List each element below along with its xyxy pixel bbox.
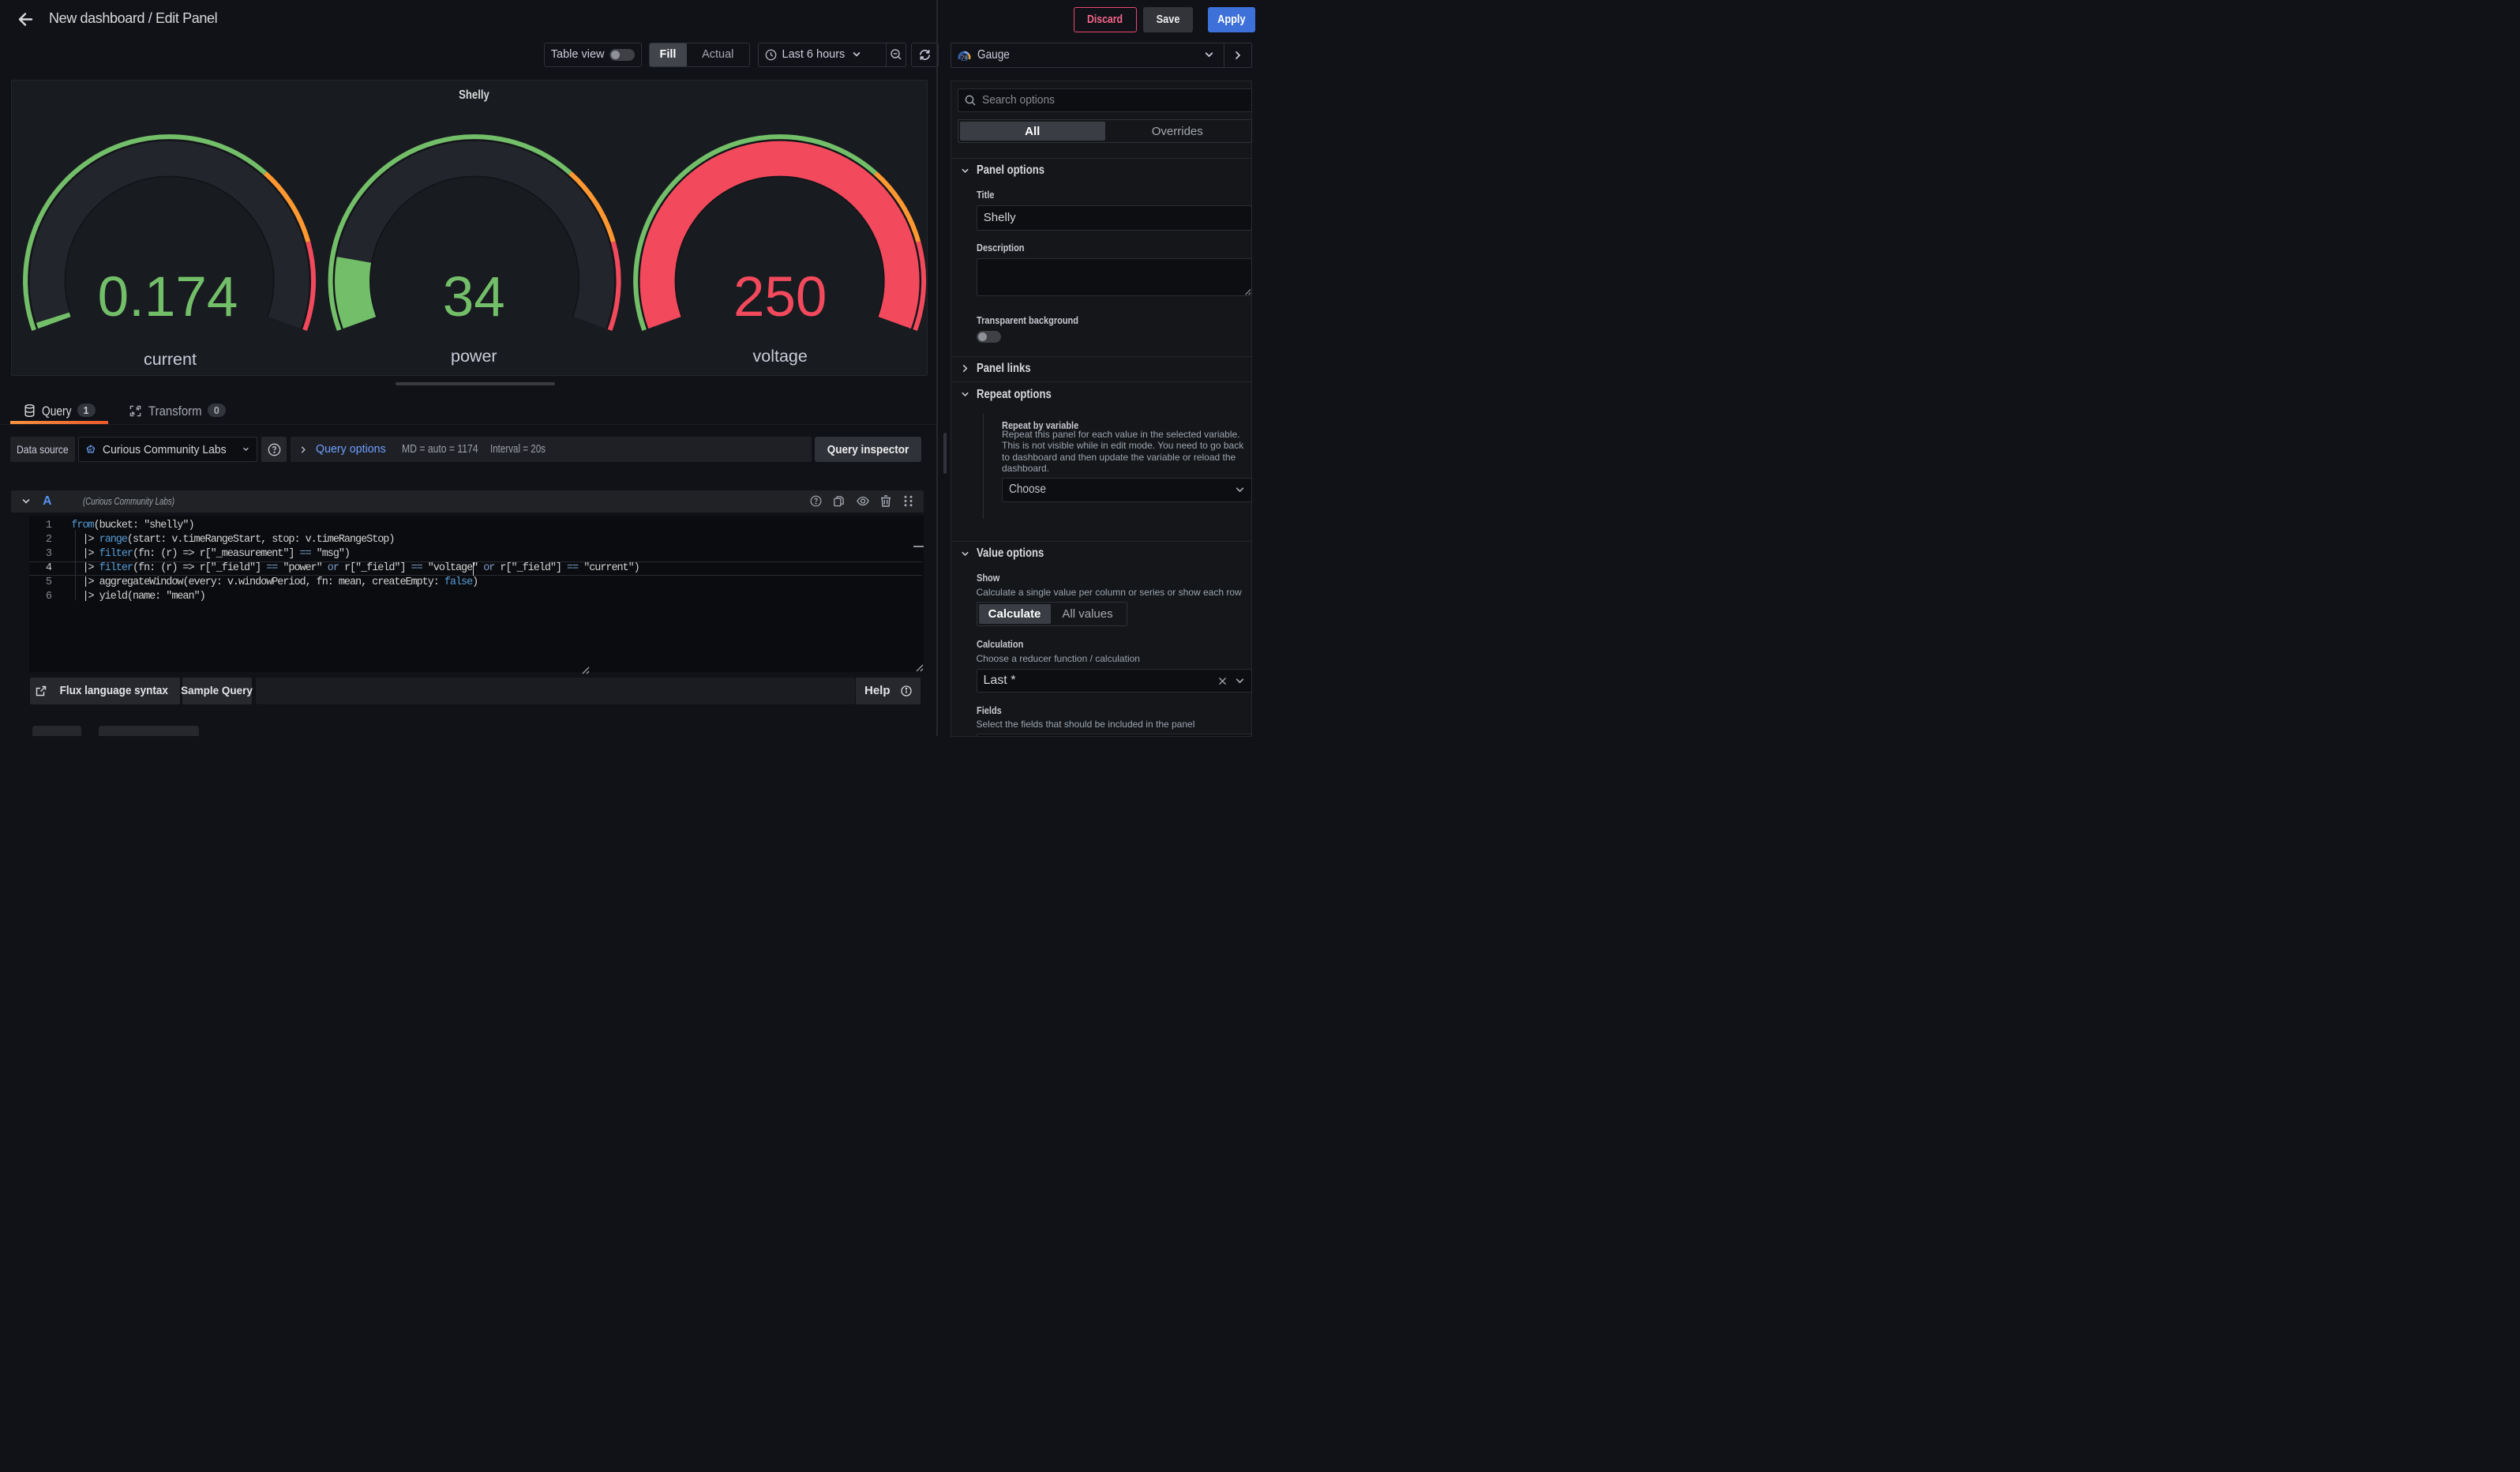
svg-text:79: 79: [962, 55, 968, 61]
